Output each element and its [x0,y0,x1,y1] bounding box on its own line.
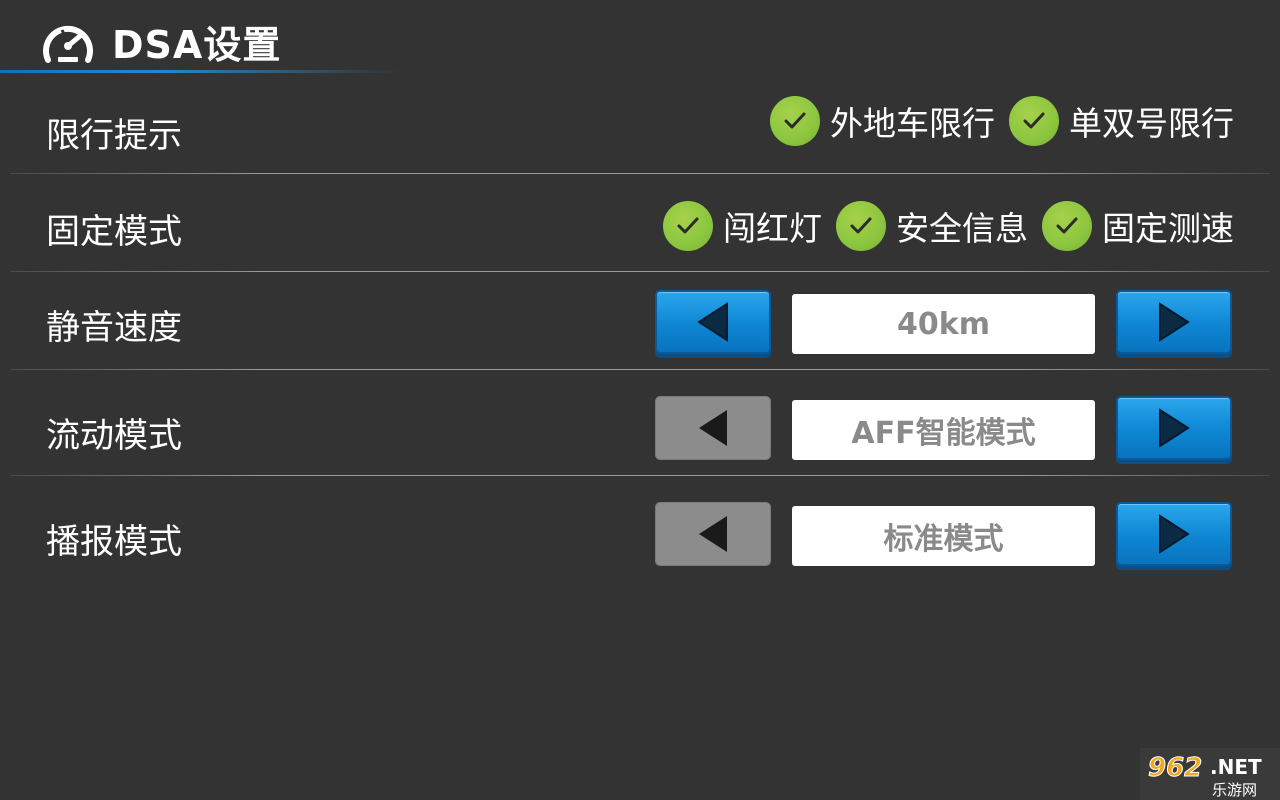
restriction-row: 限行提示 外地车限行 单双号限行 [0,76,1280,174]
arrow-right-icon [1159,514,1190,554]
option-nonlocal-restriction[interactable]: 外地车限行 [770,96,995,146]
svg-text:.NET: .NET [1210,755,1262,779]
arrow-left-icon [697,302,728,342]
mobile-mode-value: AFF智能模式 [792,400,1095,460]
broadcast-mode-next-button[interactable] [1116,502,1232,566]
checkmark-icon[interactable] [1042,201,1092,251]
mobile-mode-row: 流动模式 AFF智能模式 [0,370,1280,475]
svg-text:乐游网: 乐游网 [1212,781,1257,799]
option-label: 单双号限行 [1069,104,1234,143]
arrow-left-icon [699,516,727,552]
fixed-mode-row: 固定模式 闯红灯 安全信息 固定测速 [0,174,1280,271]
mute-speed-prev-button[interactable] [655,290,771,354]
page-title: DSA设置 [112,23,282,67]
checkmark-icon[interactable] [1009,96,1059,146]
option-odd-even-restriction[interactable]: 单双号限行 [1009,96,1234,146]
broadcast-mode-label: 播报模式 [46,522,182,562]
mobile-mode-label: 流动模式 [46,416,182,456]
arrow-right-icon [1159,408,1190,448]
option-safety-info[interactable]: 安全信息 [836,201,1028,251]
speedometer-icon [43,25,93,63]
mute-speed-next-button[interactable] [1116,290,1232,354]
watermark-logo: 962 .NET 乐游网 [1140,748,1280,800]
broadcast-mode-stepper: 标准模式 [655,502,1233,568]
broadcast-mode-row: 播报模式 标准模式 [0,476,1280,586]
restriction-label: 限行提示 [46,116,182,156]
arrow-left-icon [699,410,727,446]
option-label: 固定测速 [1102,209,1234,248]
checkmark-icon[interactable] [836,201,886,251]
mobile-mode-prev-button[interactable] [655,396,771,460]
restriction-options: 外地车限行 单双号限行 [756,96,1234,146]
mobile-mode-stepper: AFF智能模式 [655,396,1233,462]
option-label: 闯红灯 [723,209,822,248]
broadcast-mode-value: 标准模式 [792,506,1095,566]
header-accent-line [0,70,400,73]
mute-speed-stepper: 40km [655,290,1233,356]
checkmark-icon[interactable] [770,96,820,146]
arrow-right-icon [1159,302,1190,342]
mute-speed-row: 静音速度 40km [0,272,1280,369]
mute-speed-label: 静音速度 [46,308,182,348]
option-label: 外地车限行 [830,104,995,143]
option-label: 安全信息 [896,209,1028,248]
mute-speed-value: 40km [792,294,1095,354]
broadcast-mode-prev-button[interactable] [655,502,771,566]
dsa-settings-screen: DSA设置 限行提示 外地车限行 单双号限行 固定模式 闯红灯 安全信息 固定测… [0,0,1280,800]
fixed-mode-options: 闯红灯 安全信息 固定测速 [649,201,1234,251]
mobile-mode-next-button[interactable] [1116,396,1232,460]
option-red-light[interactable]: 闯红灯 [663,201,822,251]
fixed-mode-label: 固定模式 [46,212,182,252]
svg-text:962: 962 [1148,753,1202,783]
option-fixed-speed-camera[interactable]: 固定测速 [1042,201,1234,251]
header: DSA设置 [0,0,1280,76]
checkmark-icon[interactable] [663,201,713,251]
